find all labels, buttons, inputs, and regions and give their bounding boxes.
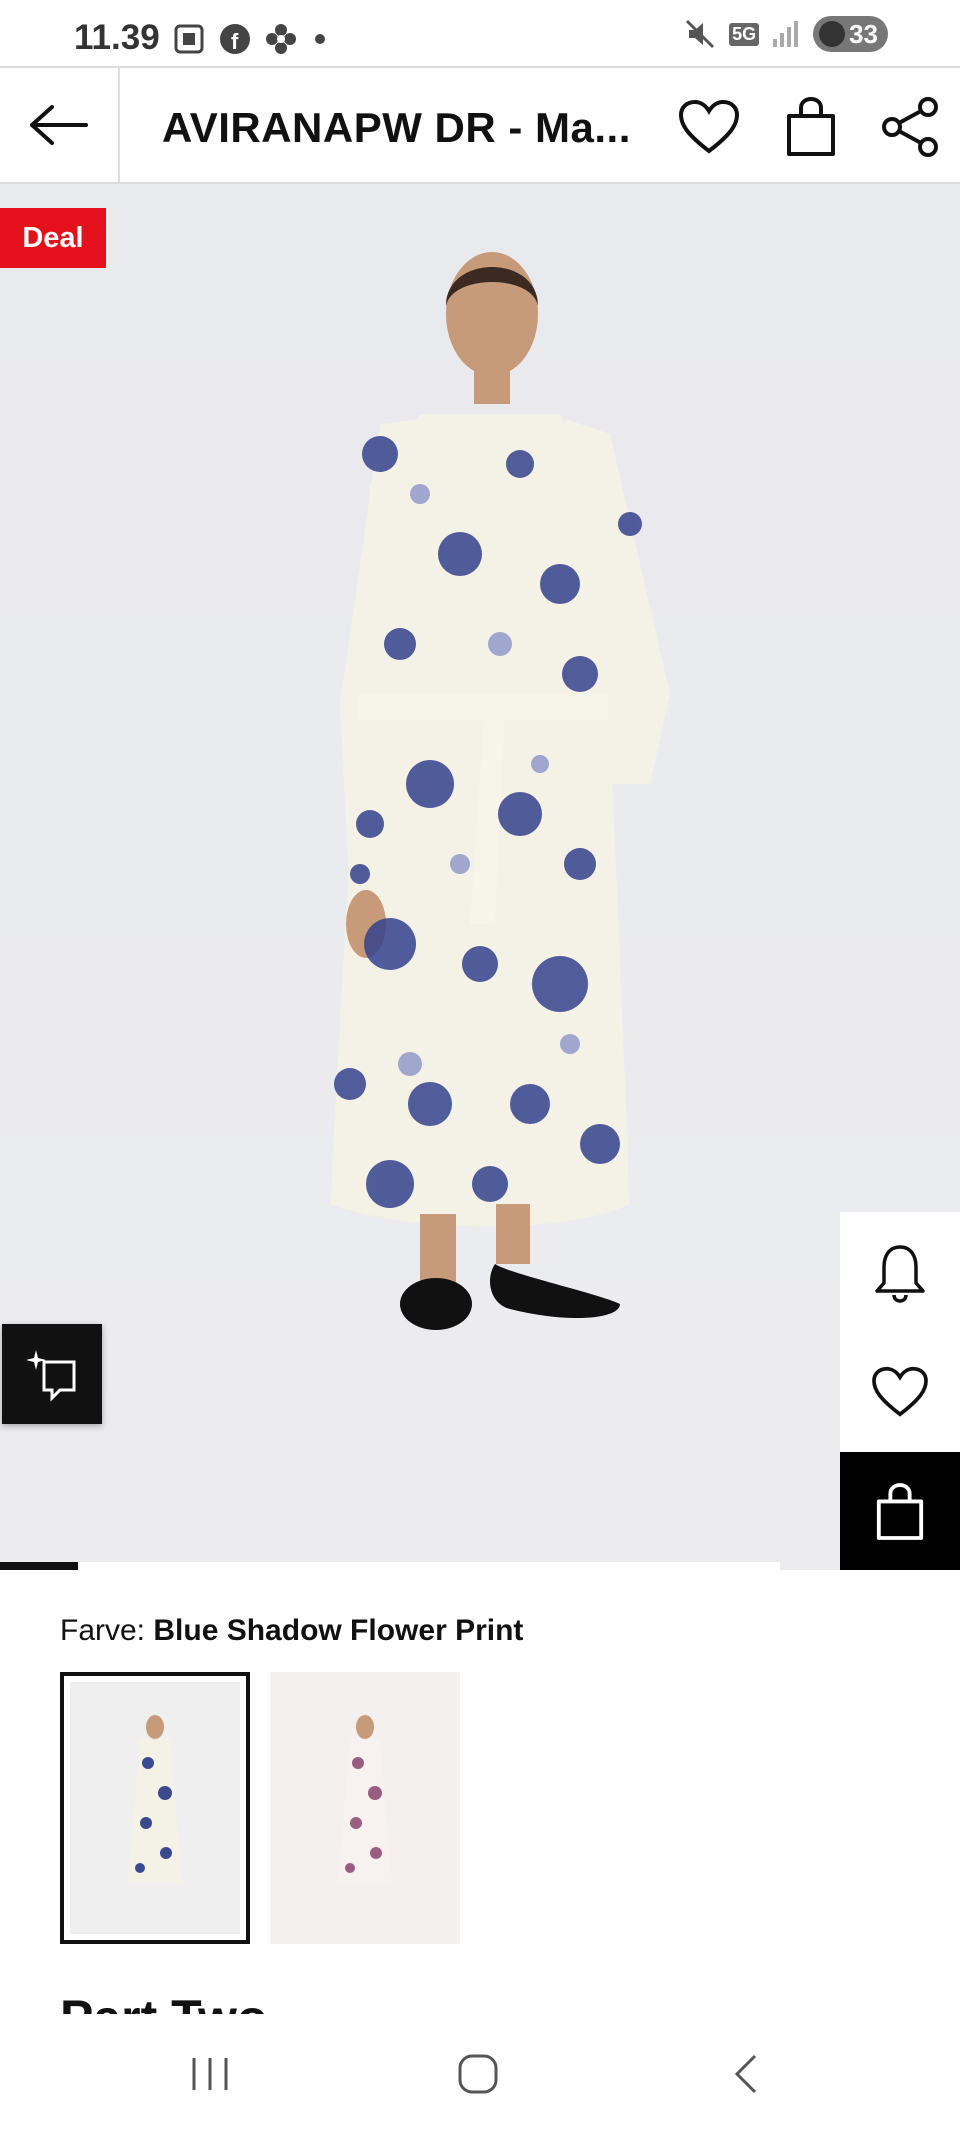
system-nav-bar xyxy=(0,2014,960,2133)
recents-button[interactable] xyxy=(170,2042,250,2106)
deal-badge: Deal xyxy=(0,208,106,268)
back-button[interactable] xyxy=(0,68,120,182)
color-label-row: Farve: Blue Shadow Flower Print xyxy=(60,1614,523,1648)
sparkle-search-icon xyxy=(26,1350,76,1402)
swatch-blue-flower[interactable] xyxy=(60,1672,250,1944)
back-icon xyxy=(734,2054,757,2094)
recents-icon xyxy=(192,2058,228,2090)
page-title: AVIRANAPW DR - Ma... xyxy=(162,104,631,151)
charging-icon xyxy=(819,21,846,47)
battery-level: 33 xyxy=(849,18,878,49)
product-image-carousel[interactable]: Deal xyxy=(0,184,960,1570)
home-button[interactable] xyxy=(438,2042,518,2106)
swatch-thumbnail xyxy=(128,1715,182,1883)
notify-button[interactable] xyxy=(840,1212,960,1332)
product-photo xyxy=(330,252,670,1330)
brand-name: Part Two xyxy=(60,1986,267,2016)
color-swatches xyxy=(60,1672,460,1944)
status-left-icons: f xyxy=(172,22,330,56)
swatch-thumbnail xyxy=(338,1715,392,1883)
float-favorite-button[interactable] xyxy=(840,1332,960,1452)
color-label: Farve: xyxy=(60,1614,146,1647)
flower-icon xyxy=(266,24,296,54)
share-button[interactable] xyxy=(878,94,944,160)
carousel-progress-fill xyxy=(0,1562,78,1570)
heart-icon xyxy=(872,1366,928,1417)
mute-icon xyxy=(686,19,715,49)
screenshot-icon xyxy=(174,24,204,54)
color-value: Blue Shadow Flower Print xyxy=(153,1614,524,1647)
bag-icon xyxy=(787,96,835,156)
bag-icon xyxy=(876,1483,924,1540)
dot-icon xyxy=(315,34,325,44)
share-icon xyxy=(882,97,938,157)
battery-indicator: 33 xyxy=(813,16,888,52)
system-back-button[interactable] xyxy=(706,2042,786,2106)
carousel-progress xyxy=(0,1562,780,1570)
floating-actions xyxy=(840,1212,960,1570)
facebook-icon: f xyxy=(220,24,250,54)
back-arrow-icon xyxy=(30,105,88,145)
signal-icon xyxy=(773,21,799,47)
status-time: 11.39 xyxy=(74,18,160,57)
network-label: 5G xyxy=(729,22,760,46)
status-bar: 11.39 f 5G 33 xyxy=(0,0,960,66)
swatch-pink-flower[interactable] xyxy=(270,1672,460,1944)
svg-text:f: f xyxy=(231,29,239,54)
bell-icon xyxy=(875,1245,925,1303)
favorite-button[interactable] xyxy=(676,94,742,160)
cart-button[interactable] xyxy=(778,94,844,160)
heart-icon xyxy=(678,99,740,154)
home-icon xyxy=(458,2054,498,2094)
add-to-bag-button[interactable] xyxy=(840,1452,960,1570)
status-right-icons: 5G 33 xyxy=(683,16,888,52)
app-header: AVIRANAPW DR - Ma... xyxy=(0,66,960,184)
visual-search-button[interactable] xyxy=(2,1324,102,1424)
